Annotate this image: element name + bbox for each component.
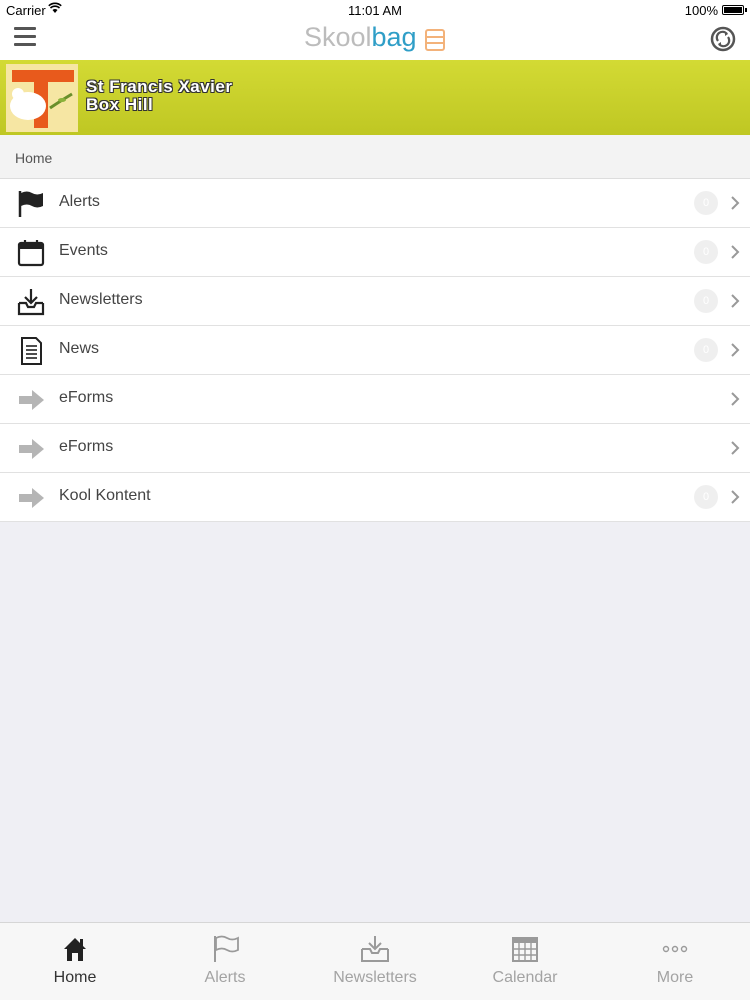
- inbox-download-icon: [17, 289, 45, 316]
- menu-item-alerts[interactable]: Alerts 0: [0, 179, 750, 228]
- menu-item-eforms-1[interactable]: eForms: [0, 375, 750, 424]
- tab-alerts[interactable]: Alerts: [150, 923, 300, 1000]
- breadcrumb-home: Home: [15, 150, 53, 166]
- calendar-icon: [17, 240, 45, 267]
- menu-list: Alerts 0 Events 0 Newsletters 0 News 0 e…: [0, 179, 750, 522]
- menu-item-events[interactable]: Events 0: [0, 228, 750, 277]
- chevron-right-icon: [731, 490, 740, 504]
- school-banner: St Francis Xavier Box Hill: [0, 60, 750, 135]
- tab-label: Alerts: [204, 969, 246, 986]
- tab-home[interactable]: Home: [0, 923, 150, 1000]
- count-badge: 0: [694, 289, 718, 313]
- school-crest-logo: [6, 64, 78, 132]
- brand-text-skool: Skool: [303, 22, 372, 52]
- menu-item-eforms-2[interactable]: eForms: [0, 424, 750, 473]
- count-badge: 0: [694, 191, 718, 215]
- books-logo-icon: [425, 28, 446, 51]
- tab-label: Home: [53, 969, 97, 986]
- arrow-right-icon: [19, 390, 44, 410]
- menu-item-label: eForms: [59, 438, 114, 455]
- arrow-right-icon: [19, 439, 44, 459]
- menu-item-news[interactable]: News 0: [0, 326, 750, 375]
- nav-bar: Skoolbag: [0, 20, 750, 60]
- tab-label: More: [656, 969, 694, 986]
- calendar-grid-icon: [512, 937, 538, 962]
- school-name-line2: Box Hill: [86, 95, 154, 114]
- tab-bar: Home Alerts Newsletters Calendar More: [0, 922, 750, 1000]
- arrow-right-icon: [19, 488, 44, 508]
- flag-icon: [18, 191, 43, 217]
- more-dots-icon: [662, 945, 688, 953]
- chevron-right-icon: [731, 392, 740, 406]
- menu-item-label: Kool Kontent: [59, 487, 151, 504]
- tab-label: Newsletters: [333, 969, 417, 986]
- battery-percentage: 100%: [684, 3, 718, 18]
- clock-time: 11:01 AM: [348, 3, 402, 18]
- chevron-right-icon: [731, 441, 740, 455]
- menu-item-label: News: [59, 340, 100, 357]
- home-icon: [64, 938, 86, 961]
- sync-icon[interactable]: [710, 26, 736, 52]
- chevron-right-icon: [731, 245, 740, 259]
- tab-calendar[interactable]: Calendar: [450, 923, 600, 1000]
- menu-item-label: Alerts: [59, 193, 100, 210]
- chevron-right-icon: [731, 294, 740, 308]
- status-bar: Carrier 11:01 AM 100%: [0, 0, 750, 20]
- inbox-download-icon: [361, 936, 389, 962]
- menu-item-kool-kontent[interactable]: Kool Kontent 0: [0, 473, 750, 522]
- brand-text-bag: bag: [371, 22, 417, 52]
- school-name: St Francis Xavier Box Hill: [86, 78, 232, 114]
- school-name-line1: St Francis Xavier: [86, 77, 233, 96]
- chevron-right-icon: [731, 196, 740, 210]
- breadcrumb: Home: [0, 135, 750, 179]
- tab-label: Calendar: [492, 969, 558, 986]
- battery-icon: [722, 5, 747, 15]
- menu-item-label: Events: [59, 242, 108, 259]
- count-badge: 0: [694, 485, 718, 509]
- menu-item-newsletters[interactable]: Newsletters 0: [0, 277, 750, 326]
- app-logo: Skoolbag: [0, 22, 750, 53]
- tab-newsletters[interactable]: Newsletters: [300, 923, 450, 1000]
- tab-more[interactable]: More: [600, 923, 750, 1000]
- chevron-right-icon: [731, 343, 740, 357]
- count-badge: 0: [694, 240, 718, 264]
- menu-item-label: eForms: [59, 389, 114, 406]
- document-icon: [21, 337, 42, 365]
- count-badge: 0: [694, 338, 718, 362]
- menu-item-label: Newsletters: [59, 291, 143, 308]
- flag-icon: [214, 935, 239, 962]
